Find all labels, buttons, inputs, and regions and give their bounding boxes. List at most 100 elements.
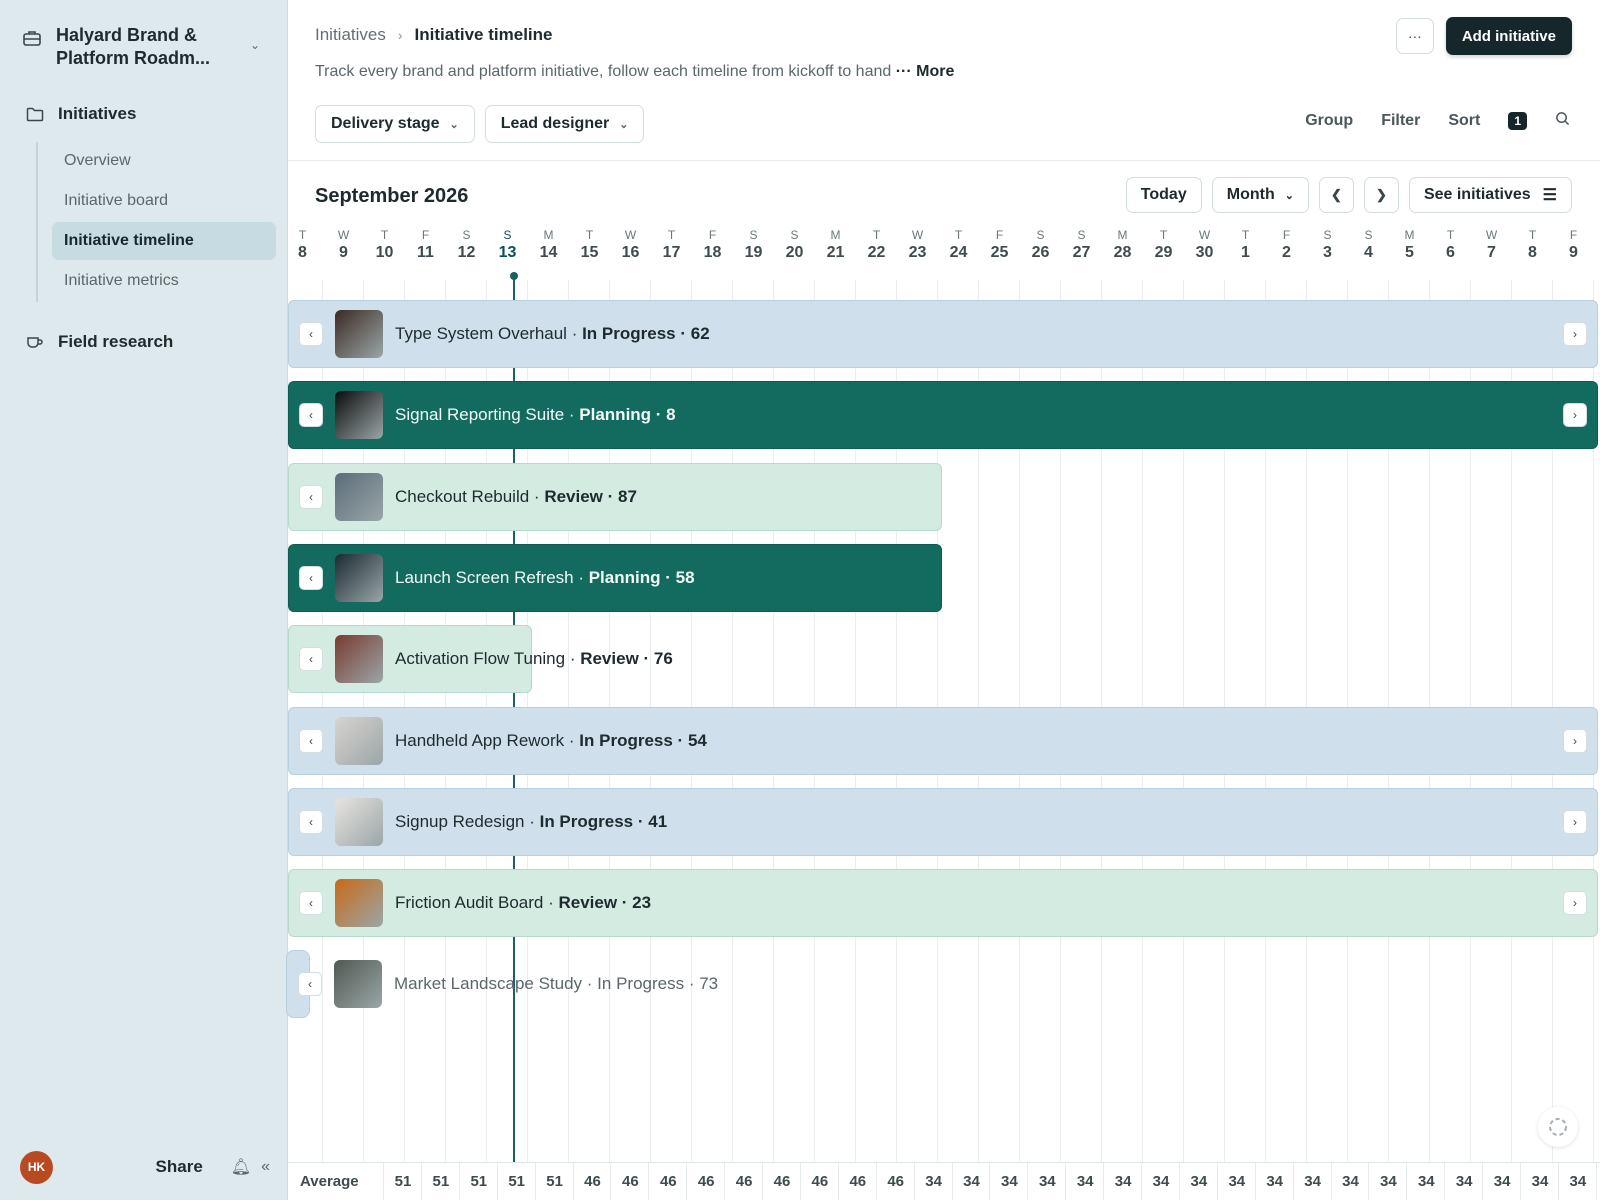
day-column-header: S 13 <box>487 228 528 262</box>
weekday-label: T <box>1241 228 1250 242</box>
collapse-sidebar-icon[interactable]: « <box>261 1158 270 1176</box>
day-column-header: F 18 <box>692 228 733 262</box>
bell-icon[interactable]: 🔔︎ <box>231 1157 251 1177</box>
day-column-header: F9 <box>1553 228 1594 262</box>
group-button[interactable]: Group <box>1305 112 1353 130</box>
page-title: Initiative timeline <box>414 25 553 44</box>
initiative-bar[interactable]: ‹ Friction Audit Board · Review · 23 › <box>288 869 1598 938</box>
scroll-left-icon[interactable]: ‹ <box>298 972 322 997</box>
day-number: 8 <box>298 244 307 261</box>
initiative-name: Signal Reporting Suite <box>395 405 565 425</box>
loading-spinner-icon <box>1538 1107 1578 1147</box>
period-select[interactable]: Month ⌄ <box>1211 177 1309 213</box>
scroll-left-icon[interactable]: ‹ <box>299 728 323 753</box>
average-value: 34 <box>1304 1173 1321 1190</box>
initiative-bar[interactable]: ‹ Launch Screen Refresh · Planning · 58 <box>288 543 942 612</box>
day-number: 21 <box>826 244 845 261</box>
initiative-thumbnail <box>335 635 383 684</box>
scroll-left-icon[interactable]: ‹ <box>299 891 323 916</box>
average-value: 34 <box>1076 1173 1094 1190</box>
day-column-header: S 26 <box>1020 228 1061 262</box>
nav-field-research[interactable]: Field research <box>26 332 173 352</box>
sidebar: Halyard Brand & Platform Roadm... ⌄ Init… <box>0 0 288 1200</box>
day-number: 30 <box>1195 244 1214 261</box>
initiative-bar[interactable]: ‹ Checkout Rebuild · Review · 87 <box>288 462 942 531</box>
scroll-left-icon[interactable]: ‹ <box>299 403 323 428</box>
initiative-score: 8 <box>666 405 676 425</box>
day-number: 29 <box>1154 244 1173 261</box>
scroll-left-icon[interactable]: ‹ <box>299 809 323 834</box>
subnav-initiative-metrics[interactable]: Initiative metrics <box>52 262 276 300</box>
initiative-name: Signup Redesign <box>395 811 525 831</box>
scroll-left-icon[interactable]: ‹ <box>299 647 323 672</box>
day-number: 18 <box>703 244 722 261</box>
day-number: 8 <box>1528 244 1537 261</box>
chevron-down-icon[interactable]: ⌄ <box>250 38 260 52</box>
separator: · <box>684 974 700 994</box>
more-options-button[interactable]: ··· <box>1395 18 1434 54</box>
day-number: 12 <box>457 244 476 261</box>
nav-initiatives[interactable]: Initiatives <box>26 104 136 124</box>
day-column-header: T6 <box>1430 228 1471 262</box>
average-value: 34 <box>1493 1173 1511 1190</box>
day-column-header: F 11 <box>405 228 446 262</box>
previous-period-button[interactable]: ❮ <box>1318 177 1354 213</box>
see-initiatives-button[interactable]: See initiatives ☰ <box>1408 177 1572 213</box>
workspace-switcher[interactable]: Halyard Brand & Platform Roadm... ⌄ <box>22 24 270 70</box>
scroll-right-icon[interactable]: › <box>1563 728 1587 753</box>
chevron-down-icon: ⌄ <box>449 118 459 131</box>
initiative-thumbnail <box>334 960 382 1009</box>
search-icon[interactable] <box>1555 111 1570 131</box>
description-more-link[interactable]: ··· More <box>896 63 955 80</box>
day-number: 15 <box>580 244 599 261</box>
weekday-label: T <box>1446 228 1455 242</box>
average-value: 46 <box>811 1173 829 1190</box>
separator: · <box>529 486 545 506</box>
initiative-bar[interactable]: ‹ Type System Overhaul · In Progress · 62… <box>288 300 1598 368</box>
chevron-down-icon: ⌄ <box>1284 189 1294 202</box>
day-column-header: T 24 <box>938 228 979 262</box>
add-initiative-button[interactable]: Add initiative <box>1445 17 1572 55</box>
initiative-label: Launch Screen Refresh · Planning · 58 <box>395 568 695 588</box>
day-column-header: S 27 <box>1061 228 1102 262</box>
delivery-stage-filter[interactable]: Delivery stage ⌄ <box>315 105 475 143</box>
avatar[interactable]: HK <box>20 1150 53 1184</box>
average-value: 34 <box>963 1173 980 1190</box>
average-value: 34 <box>1228 1173 1246 1190</box>
weekday-label: T <box>585 228 594 242</box>
share-button[interactable]: Share <box>156 1157 203 1177</box>
initiative-bar[interactable]: ‹ Activation Flow Tuning · Review · 76 <box>288 625 673 694</box>
initiative-bar[interactable]: ‹ Handheld App Rework · In Progress · 54 › <box>288 706 1598 775</box>
average-value: 34 <box>1152 1173 1170 1190</box>
initiative-name: Market Landscape Study <box>394 974 583 994</box>
initiative-bar[interactable]: ‹ Market Landscape Study · In Progress · … <box>286 950 1048 1019</box>
sort-button[interactable]: Sort 1 <box>1448 112 1527 130</box>
weekday-label: W <box>337 228 350 242</box>
breadcrumb-parent[interactable]: Initiatives <box>315 25 386 45</box>
scroll-left-icon[interactable]: ‹ <box>299 565 323 590</box>
subnav-initiative-timeline[interactable]: Initiative timeline <box>52 222 276 260</box>
day-number: 16 <box>621 244 640 261</box>
next-period-button[interactable]: ❯ <box>1363 177 1399 213</box>
nav-initiatives-label: Initiatives <box>58 104 137 123</box>
today-button[interactable]: Today <box>1125 177 1202 213</box>
scroll-right-icon[interactable]: › <box>1563 809 1587 834</box>
filter-button[interactable]: Filter <box>1381 112 1420 130</box>
chevron-down-icon: ⌄ <box>619 118 629 131</box>
average-value: 51 <box>546 1173 563 1190</box>
scroll-right-icon[interactable]: › <box>1563 403 1587 428</box>
lead-designer-filter[interactable]: Lead designer ⌄ <box>484 105 645 143</box>
scroll-right-icon[interactable]: › <box>1563 891 1587 916</box>
initiative-score: 23 <box>632 893 652 913</box>
initiative-bar[interactable]: ‹ Signal Reporting Suite · Planning · 8 › <box>288 381 1598 450</box>
scroll-left-icon[interactable]: ‹ <box>299 484 323 509</box>
breadcrumb: Initiatives › Initiative timeline <box>315 25 552 45</box>
day-column-header: M 28 <box>1102 228 1143 262</box>
scroll-right-icon[interactable]: › <box>1563 322 1587 346</box>
separator: · <box>582 974 598 994</box>
initiative-bar[interactable]: ‹ Signup Redesign · In Progress · 41 › <box>288 787 1598 856</box>
subnav-initiative-board[interactable]: Initiative board <box>52 182 276 220</box>
subnav-overview[interactable]: Overview <box>52 142 276 180</box>
weekday-label: T <box>872 228 881 242</box>
scroll-left-icon[interactable]: ‹ <box>299 322 323 346</box>
